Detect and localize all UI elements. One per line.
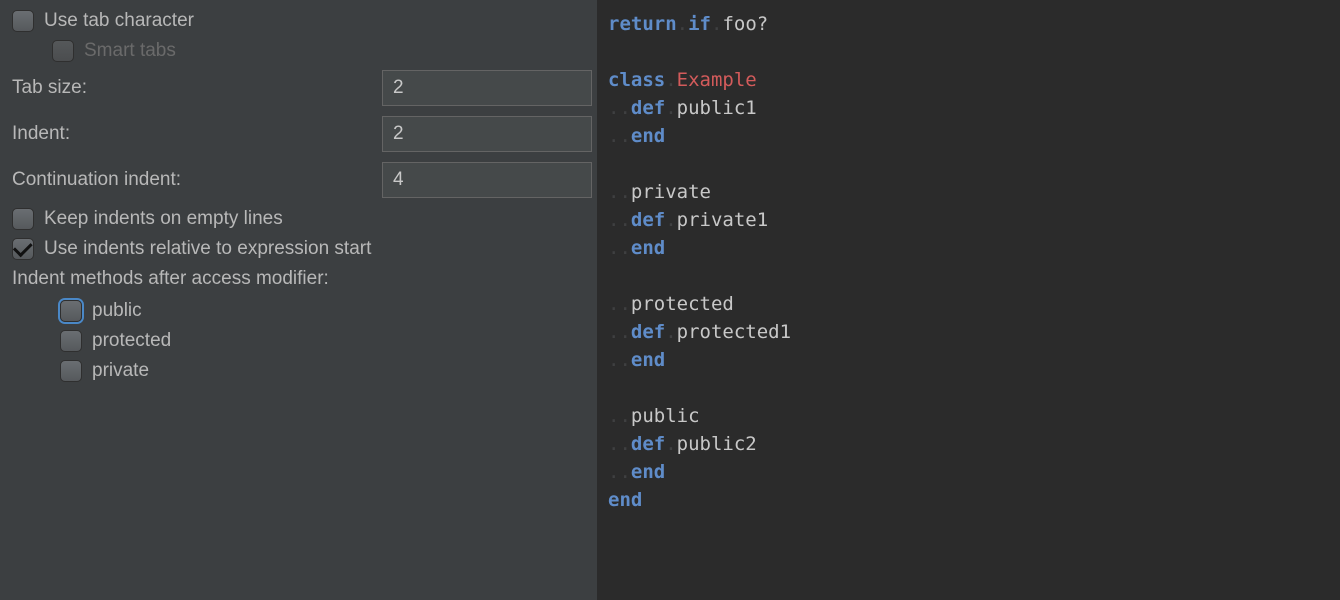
code-line (608, 374, 1330, 402)
code-line: class.Example (608, 66, 1330, 94)
smart-tabs-row: Smart tabs (12, 40, 585, 62)
keep-indents-empty-label: Keep indents on empty lines (44, 208, 283, 230)
tab-size-input[interactable] (382, 70, 592, 106)
modifier-private-checkbox[interactable] (60, 360, 82, 382)
indent-input[interactable] (382, 116, 592, 152)
use-tab-character-label: Use tab character (44, 10, 194, 32)
modifier-protected-checkbox[interactable] (60, 330, 82, 352)
smart-tabs-checkbox (52, 40, 74, 62)
code-line: ..def.private1 (608, 206, 1330, 234)
code-line: ..def.public2 (608, 430, 1330, 458)
smart-tabs-label: Smart tabs (84, 40, 176, 62)
code-line: ..end (608, 234, 1330, 262)
continuation-indent-label: Continuation indent: (12, 169, 382, 191)
keep-indents-empty-row: Keep indents on empty lines (12, 208, 585, 230)
code-line (608, 38, 1330, 66)
code-line: return.if.foo? (608, 10, 1330, 38)
code-line: ..end (608, 122, 1330, 150)
tab-size-label: Tab size: (12, 77, 382, 99)
continuation-indent-input[interactable] (382, 162, 592, 198)
modifier-private-row: private (60, 360, 585, 382)
keep-indents-empty-checkbox[interactable] (12, 208, 34, 230)
continuation-indent-row: Continuation indent: (12, 162, 585, 198)
modifier-public-row: public (60, 300, 585, 322)
use-tab-character-checkbox[interactable] (12, 10, 34, 32)
code-line: ..end (608, 458, 1330, 486)
code-line: ..def.protected1 (608, 318, 1330, 346)
relative-indents-checkbox[interactable] (12, 238, 34, 260)
code-line: end (608, 486, 1330, 514)
code-line: ..public (608, 402, 1330, 430)
indent-row: Indent: (12, 116, 585, 152)
use-tab-character-row: Use tab character (12, 10, 585, 32)
modifier-public-label: public (92, 300, 142, 322)
relative-indents-label: Use indents relative to expression start (44, 238, 371, 260)
code-preview: return.if.foo? class.Example..def.public… (598, 0, 1340, 600)
code-line (608, 262, 1330, 290)
indent-after-modifier-label: Indent methods after access modifier: (12, 268, 585, 290)
indent-settings-panel: Use tab character Smart tabs Tab size: I… (0, 0, 598, 600)
indent-label: Indent: (12, 123, 382, 145)
relative-indents-row: Use indents relative to expression start (12, 238, 585, 260)
tab-size-row: Tab size: (12, 70, 585, 106)
code-line: ..private (608, 178, 1330, 206)
code-line: ..end (608, 346, 1330, 374)
modifier-protected-row: protected (60, 330, 585, 352)
modifier-public-checkbox[interactable] (60, 300, 82, 322)
code-line: ..protected (608, 290, 1330, 318)
modifier-protected-label: protected (92, 330, 171, 352)
code-line (608, 150, 1330, 178)
access-modifier-group: public protected private (12, 300, 585, 382)
modifier-private-label: private (92, 360, 149, 382)
code-line: ..def.public1 (608, 94, 1330, 122)
